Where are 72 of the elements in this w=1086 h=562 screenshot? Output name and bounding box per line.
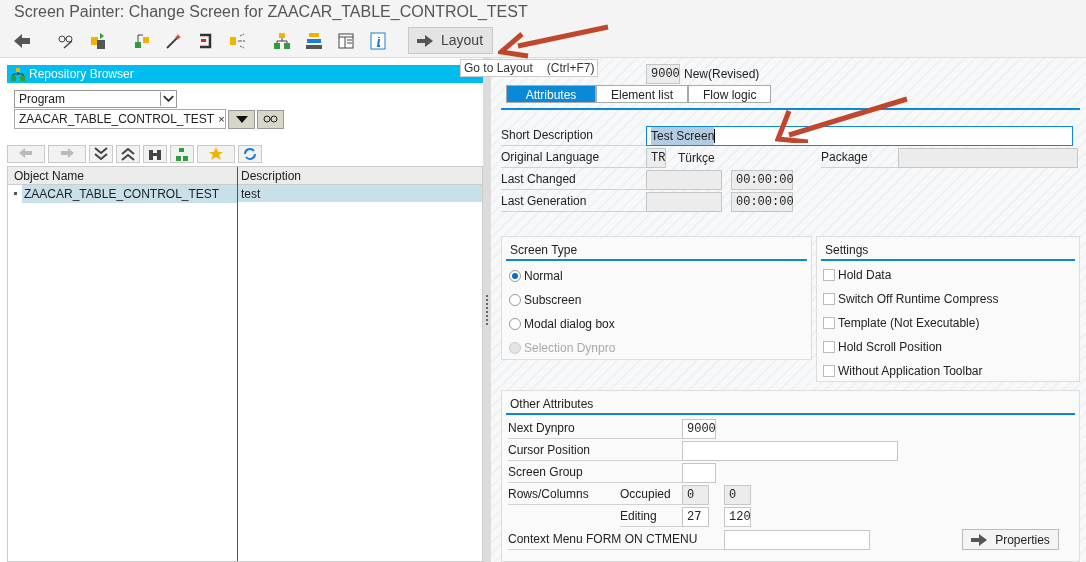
arrow-right-icon bbox=[971, 533, 988, 546]
field-label: Rows/Columns bbox=[508, 485, 620, 505]
group-title: Settings bbox=[824, 243, 870, 257]
glasses-icon bbox=[262, 113, 279, 125]
splitter-handle[interactable] bbox=[486, 295, 488, 325]
checkbox[interactable] bbox=[823, 293, 835, 305]
chevron-down-icon bbox=[160, 92, 176, 106]
radio-label: Subscreen bbox=[524, 292, 582, 309]
shortcut-text: (Ctrl+F7) bbox=[546, 60, 595, 77]
object-type-dropdown[interactable]: Program bbox=[14, 90, 177, 108]
time-field[interactable]: 00:00:00 bbox=[731, 170, 793, 190]
panel-title: Repository Browser bbox=[29, 66, 134, 83]
radio-label: Selection Dynpro bbox=[524, 340, 616, 357]
column-header: Object Name bbox=[8, 167, 237, 185]
date-field[interactable] bbox=[646, 170, 722, 190]
table-cell: test bbox=[238, 185, 482, 202]
group-title: Screen Type bbox=[509, 243, 579, 257]
language-code-field[interactable]: TR bbox=[646, 148, 666, 168]
expand-all-icon[interactable] bbox=[89, 145, 113, 163]
radio-label: Modal dialog box bbox=[524, 316, 615, 333]
next-dynpro-field[interactable]: 9000 bbox=[682, 419, 716, 439]
field-label: Next Dynpro bbox=[508, 419, 682, 439]
binoculars-icon[interactable] bbox=[143, 145, 167, 163]
dropdown-button[interactable] bbox=[228, 109, 255, 129]
bullet-icon bbox=[14, 192, 17, 195]
checkbox-label: Template (Not Executable) bbox=[838, 315, 980, 332]
checkbox[interactable] bbox=[823, 269, 835, 281]
date-field[interactable] bbox=[646, 192, 722, 212]
radio-button[interactable] bbox=[509, 270, 521, 282]
field-label: Cursor Position bbox=[508, 441, 682, 461]
context-menu-field[interactable] bbox=[724, 529, 870, 550]
window-title: Screen Painter: Change Screen for ZAACAR_TABLE_CONTROL_TEST bbox=[14, 2, 528, 22]
collapse-all-icon[interactable] bbox=[116, 145, 140, 163]
field-label: Context Menu FORM ON CTMENU bbox=[508, 529, 724, 550]
tab[interactable]: Flow logic bbox=[688, 85, 772, 103]
checkbox-label: Hold Scroll Position bbox=[838, 339, 943, 356]
column-header: Description bbox=[238, 167, 482, 185]
glasses-button[interactable] bbox=[257, 109, 284, 129]
package-field[interactable] bbox=[898, 148, 1078, 168]
status-text: New(Revised) bbox=[684, 66, 760, 83]
screen-number-field[interactable]: 9000 bbox=[646, 64, 680, 84]
checkbox[interactable] bbox=[823, 365, 835, 377]
arrow-right-icon bbox=[417, 34, 433, 47]
cursor-position-field[interactable] bbox=[682, 441, 898, 461]
checkbox[interactable] bbox=[823, 317, 835, 329]
refresh-icon[interactable] bbox=[238, 145, 262, 163]
properties-button[interactable]: Properties bbox=[962, 529, 1059, 550]
hierarchy-icon bbox=[11, 67, 25, 81]
screen-group-field[interactable] bbox=[682, 463, 716, 483]
tooltip-text: Go to Layout bbox=[464, 60, 533, 77]
time-field[interactable]: 00:00:00 bbox=[731, 192, 793, 212]
radio-button[interactable] bbox=[509, 294, 521, 306]
radio-label: Normal bbox=[524, 268, 563, 285]
editing-rows-field[interactable]: 27 bbox=[682, 507, 709, 527]
checkbox-label: Hold Data bbox=[838, 267, 892, 284]
checkbox[interactable] bbox=[823, 341, 835, 353]
occupied-columns-field[interactable]: 0 bbox=[724, 485, 751, 505]
occupied-rows-field[interactable]: 0 bbox=[682, 485, 709, 505]
field-label: Screen Group bbox=[508, 463, 682, 483]
checkbox-label: Without Application Toolbar bbox=[838, 363, 983, 380]
layout-button[interactable]: Layout bbox=[408, 27, 493, 54]
caret-down-icon bbox=[235, 115, 248, 123]
editing-columns-field[interactable]: 120 bbox=[724, 507, 751, 527]
object-name-field[interactable]: ZAACAR_TABLE_CONTROL_TEST × bbox=[14, 109, 226, 129]
checkbox-label: Switch Off Runtime Compress bbox=[838, 291, 999, 308]
group-title: Other Attributes bbox=[509, 397, 595, 411]
tab[interactable]: Element list bbox=[596, 85, 689, 103]
tab[interactable]: Attributes bbox=[506, 85, 596, 103]
short-description-field[interactable]: Test Screen bbox=[646, 126, 1073, 146]
clear-button[interactable]: × bbox=[214, 110, 229, 128]
language-name: Türkçe bbox=[678, 150, 716, 167]
radio-button[interactable] bbox=[509, 318, 521, 330]
